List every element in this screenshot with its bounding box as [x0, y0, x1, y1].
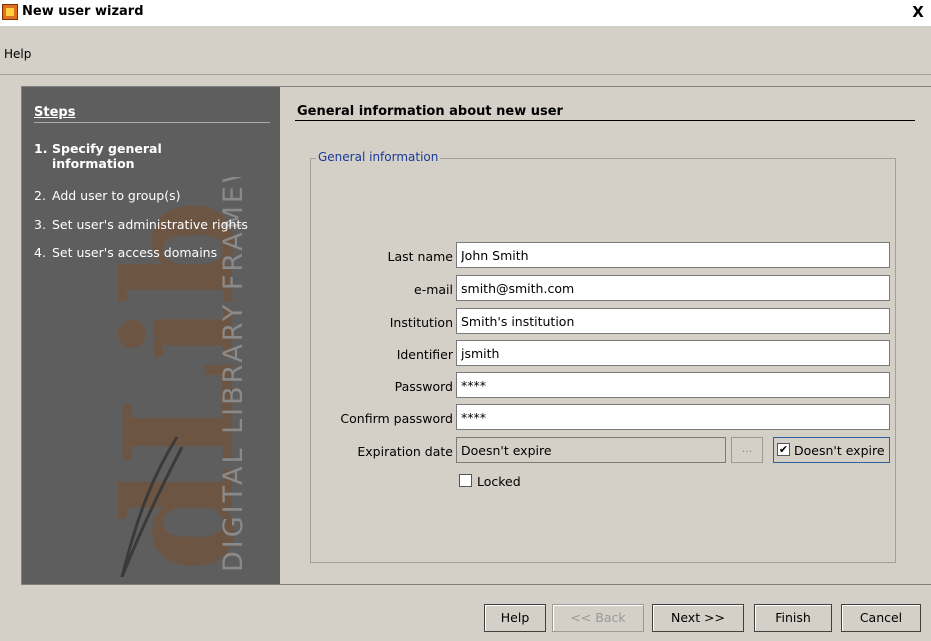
- identifier-label: Identifier: [396, 347, 453, 362]
- window-title: New user wizard: [22, 4, 144, 19]
- step-3-label: Set user's administrative rights: [52, 217, 248, 232]
- identifier-field[interactable]: [456, 340, 890, 366]
- step-1-label: Specify general information: [52, 141, 162, 171]
- last-name-field[interactable]: [456, 242, 890, 268]
- menu-divider: [0, 74, 931, 75]
- step-3: 3. Set user's administrative rights: [34, 217, 248, 232]
- help-button[interactable]: Help: [484, 604, 546, 632]
- password-label: Password: [394, 379, 453, 394]
- step-4-label: Set user's access domains: [52, 245, 218, 260]
- close-icon[interactable]: X: [909, 3, 927, 21]
- doesnt-expire-label[interactable]: Doesn't expire: [794, 443, 885, 458]
- steps-panel: dLib DIGITAL LIBRARY FRAMEWORK Steps 1. S…: [22, 87, 280, 584]
- last-name-label: Last name: [387, 249, 453, 264]
- section-title: General information about new user: [297, 104, 563, 119]
- section-divider: [295, 120, 915, 121]
- email-label: e-mail: [414, 282, 453, 297]
- confirm-password-label: Confirm password: [340, 411, 453, 426]
- dlib-watermark-logo: dLib DIGITAL LIBRARY FRAMEWORK: [92, 177, 252, 577]
- step-2-label: Add user to group(s): [52, 188, 181, 203]
- menu-help[interactable]: Help: [4, 47, 31, 61]
- institution-label: Institution: [389, 315, 453, 330]
- date-picker-button[interactable]: ...: [731, 437, 763, 463]
- steps-divider: [34, 122, 270, 123]
- steps-title: Steps: [34, 105, 76, 120]
- finish-button[interactable]: Finish: [754, 604, 832, 632]
- locked-checkbox[interactable]: [459, 474, 472, 487]
- expiration-date-field: [456, 437, 726, 463]
- institution-field[interactable]: [456, 308, 890, 334]
- back-button[interactable]: << Back: [552, 604, 644, 632]
- next-button[interactable]: Next >>: [652, 604, 744, 632]
- email-field[interactable]: [456, 275, 890, 301]
- group-title: General information: [316, 150, 441, 164]
- locked-label[interactable]: Locked: [477, 474, 521, 489]
- doesnt-expire-checkbox[interactable]: ✔: [777, 443, 790, 456]
- expiration-date-label: Expiration date: [357, 444, 453, 459]
- app-icon: [2, 4, 18, 20]
- cancel-button[interactable]: Cancel: [841, 604, 921, 632]
- menu-bar: Help: [0, 44, 931, 64]
- svg-text:DIGITAL LIBRARY FRAMEWORK: DIGITAL LIBRARY FRAMEWORK: [218, 177, 249, 572]
- step-1: 1. Specify general information: [34, 141, 192, 171]
- password-field[interactable]: [456, 372, 890, 398]
- step-4: 4. Set user's access domains: [34, 245, 218, 260]
- confirm-password-field[interactable]: [456, 404, 890, 430]
- step-2: 2. Add user to group(s): [34, 188, 181, 203]
- title-bar: New user wizard X: [0, 0, 931, 26]
